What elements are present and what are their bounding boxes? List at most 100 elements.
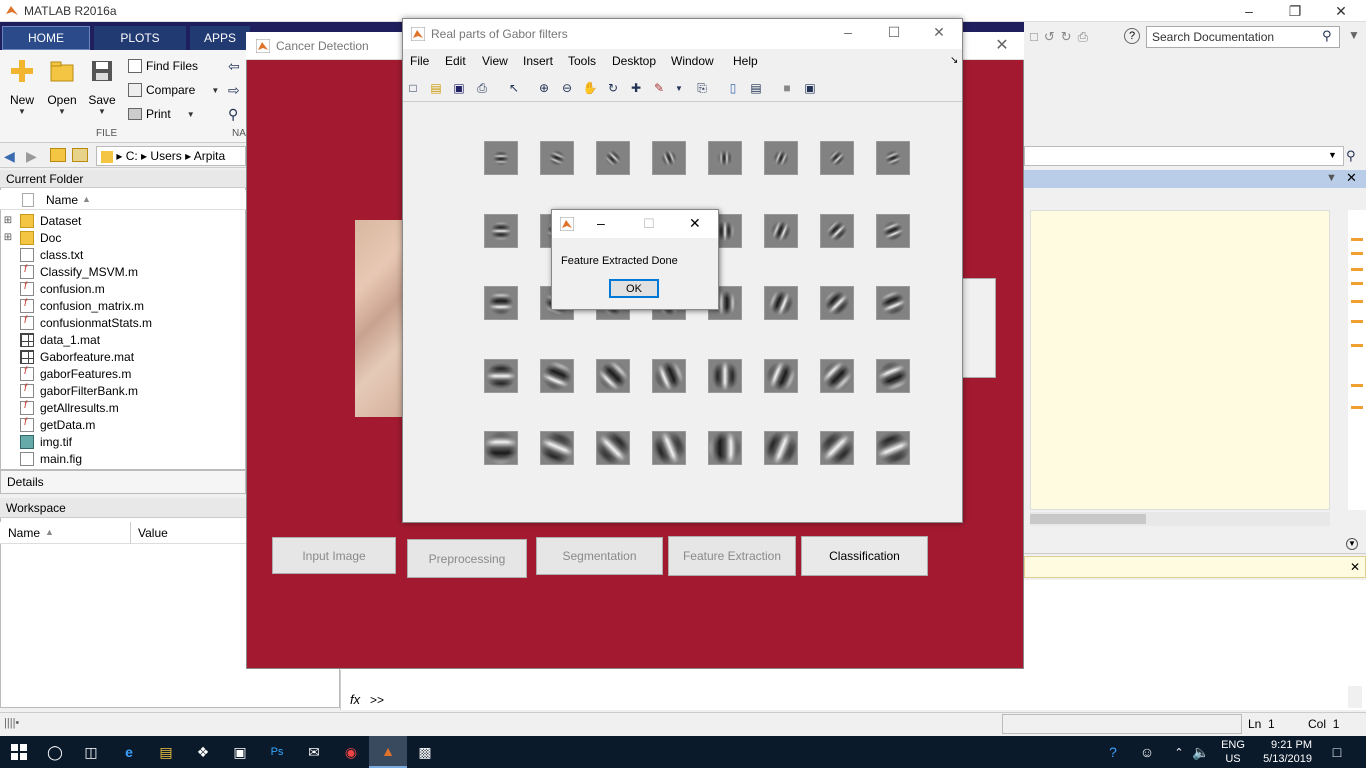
- photoshop-icon[interactable]: Ps: [258, 736, 296, 768]
- warning-mark[interactable]: [1351, 252, 1363, 255]
- open-file-icon[interactable]: ▤: [427, 79, 445, 97]
- classification-button[interactable]: Classification: [801, 536, 928, 576]
- show-plot-tools-icon[interactable]: ▣: [801, 79, 819, 97]
- file-list-item[interactable]: getAllresults.m: [0, 399, 246, 416]
- print-button[interactable]: Print ▼: [128, 105, 195, 123]
- hide-plot-tools-icon[interactable]: ■: [778, 79, 796, 97]
- compare-button[interactable]: Compare ▼: [128, 81, 219, 99]
- name-column-label[interactable]: Name: [46, 193, 78, 207]
- warning-mark[interactable]: [1351, 344, 1363, 347]
- volume-icon[interactable]: 🔈: [1182, 736, 1220, 768]
- editor-close-icon[interactable]: ✕: [1346, 170, 1357, 186]
- brush-icon[interactable]: ✎: [650, 79, 668, 97]
- tab-plots[interactable]: PLOTS: [94, 26, 186, 50]
- close-icon[interactable]: ✕: [929, 24, 949, 41]
- path-segment[interactable]: C:: [126, 149, 138, 163]
- menu-edit[interactable]: Edit: [445, 54, 466, 68]
- menu-window[interactable]: Window: [671, 54, 714, 68]
- expand-icon[interactable]: ⊞: [0, 232, 16, 243]
- back-arrow-icon[interactable]: ⇦: [228, 58, 240, 75]
- menu-desktop[interactable]: Desktop: [612, 54, 656, 68]
- file-list-item[interactable]: ⊞ Dataset: [0, 212, 246, 229]
- maximize-icon[interactable]: ☐: [884, 24, 904, 41]
- minimize-icon[interactable]: –: [838, 24, 858, 40]
- import-icon[interactable]: ⇨: [228, 82, 240, 99]
- file-list-item[interactable]: Gaborfeature.mat: [0, 348, 246, 365]
- close-icon[interactable]: ✕: [1318, 0, 1364, 22]
- new-figure-icon[interactable]: □: [404, 79, 422, 97]
- menu-help[interactable]: Help: [733, 54, 758, 68]
- scroll-thumb[interactable]: [1030, 514, 1146, 524]
- save-dropdown-icon[interactable]: ▼: [82, 107, 122, 116]
- warning-mark[interactable]: [1351, 282, 1363, 285]
- workspace-name-column[interactable]: Name: [8, 526, 40, 540]
- matlab-taskbar-icon[interactable]: ▲: [369, 736, 407, 768]
- details-panel[interactable]: Details: [0, 470, 246, 494]
- zoom-out-icon[interactable]: ⊖: [558, 79, 576, 97]
- save-figure-icon[interactable]: ▣: [450, 79, 468, 97]
- pan-hand-icon[interactable]: ✋: [581, 79, 599, 97]
- help-tray-icon[interactable]: ?: [1094, 736, 1132, 768]
- tab-home[interactable]: HOME: [2, 26, 90, 50]
- warning-mark[interactable]: [1351, 406, 1363, 409]
- file-list-item[interactable]: confusionmatStats.m: [0, 314, 246, 331]
- print-dropdown-icon[interactable]: ▼: [187, 110, 195, 119]
- file-list-item[interactable]: data_1.mat: [0, 331, 246, 348]
- file-list-item[interactable]: Classify_MSVM.m: [0, 263, 246, 280]
- feature-extraction-button[interactable]: Feature Extraction: [668, 536, 796, 576]
- zoom-in-icon[interactable]: ⊕: [535, 79, 553, 97]
- address-path-right[interactable]: [1024, 146, 1344, 166]
- editor-text[interactable]: [1030, 210, 1330, 510]
- warning-mark[interactable]: [1351, 238, 1363, 241]
- menu-insert[interactable]: Insert: [523, 54, 553, 68]
- edit-plot-cursor-icon[interactable]: ↖: [505, 79, 523, 97]
- language-indicator[interactable]: ENG US: [1218, 738, 1248, 766]
- address-dropdown-icon[interactable]: ▼: [1328, 150, 1337, 160]
- banner-close-icon[interactable]: ✕: [1350, 560, 1360, 574]
- rotate-3d-icon[interactable]: ↻: [604, 79, 622, 97]
- warning-mark[interactable]: [1351, 268, 1363, 271]
- warning-mark[interactable]: [1351, 384, 1363, 387]
- file-list-item[interactable]: getData.m: [0, 416, 246, 433]
- cortana-search-icon[interactable]: ◯: [36, 736, 74, 768]
- open-button[interactable]: Open ▼: [42, 56, 82, 116]
- tab-apps[interactable]: APPS: [190, 26, 250, 50]
- insert-colorbar-icon[interactable]: ▯: [724, 79, 742, 97]
- quick-access-toolbar[interactable]: □↺↻⎙: [1030, 29, 1094, 45]
- find-files-button[interactable]: Find Files: [128, 57, 198, 75]
- editor-vertical-scrollbar[interactable]: [1330, 210, 1348, 510]
- path-segment[interactable]: Arpita: [194, 149, 225, 163]
- editor-horizontal-scrollbar[interactable]: [1030, 512, 1330, 526]
- help-icon[interactable]: ?: [1124, 28, 1140, 44]
- warning-mark[interactable]: [1351, 300, 1363, 303]
- current-folder-column-header[interactable]: Name ▲: [0, 190, 246, 210]
- edge-browser-icon[interactable]: e: [110, 736, 148, 768]
- up-folder-icon[interactable]: [50, 148, 66, 162]
- search-documentation-input[interactable]: Search Documentation: [1146, 26, 1340, 48]
- file-list-item[interactable]: ⊞ Doc: [0, 229, 246, 246]
- function-fx-icon[interactable]: fx: [350, 692, 360, 707]
- preprocessing-button[interactable]: Preprocessing: [407, 539, 527, 578]
- command-window-options-icon[interactable]: ▼: [1346, 538, 1358, 550]
- warning-mark[interactable]: [1351, 320, 1363, 323]
- insert-legend-icon[interactable]: ▤: [747, 79, 765, 97]
- input-image-button[interactable]: Input Image: [272, 537, 396, 574]
- path-segment[interactable]: Users: [150, 149, 181, 163]
- link-plot-icon[interactable]: ⎘: [693, 79, 711, 97]
- new-button[interactable]: New ▼: [2, 56, 42, 116]
- file-list-item[interactable]: confusion.m: [0, 280, 246, 297]
- store-icon[interactable]: ▣: [221, 736, 259, 768]
- editor-options-icon[interactable]: ▼: [1326, 172, 1337, 184]
- data-cursor-icon[interactable]: ✚: [627, 79, 645, 97]
- dock-arrow-icon[interactable]: ↘: [950, 55, 958, 66]
- new-dropdown-icon[interactable]: ▼: [2, 107, 42, 116]
- dialog-minimize-icon[interactable]: –: [597, 215, 605, 231]
- command-window-scrollbar[interactable]: [1348, 686, 1362, 708]
- ribbon-collapse-icon[interactable]: ▼: [1348, 28, 1360, 42]
- open-dropdown-icon[interactable]: ▼: [42, 107, 82, 116]
- file-list-item[interactable]: class.txt: [0, 246, 246, 263]
- dropbox-icon[interactable]: ❖: [184, 736, 222, 768]
- command-prompt[interactable]: >>: [370, 693, 384, 707]
- file-list-item[interactable]: confusion_matrix.m: [0, 297, 246, 314]
- action-center-icon[interactable]: □: [1318, 736, 1356, 768]
